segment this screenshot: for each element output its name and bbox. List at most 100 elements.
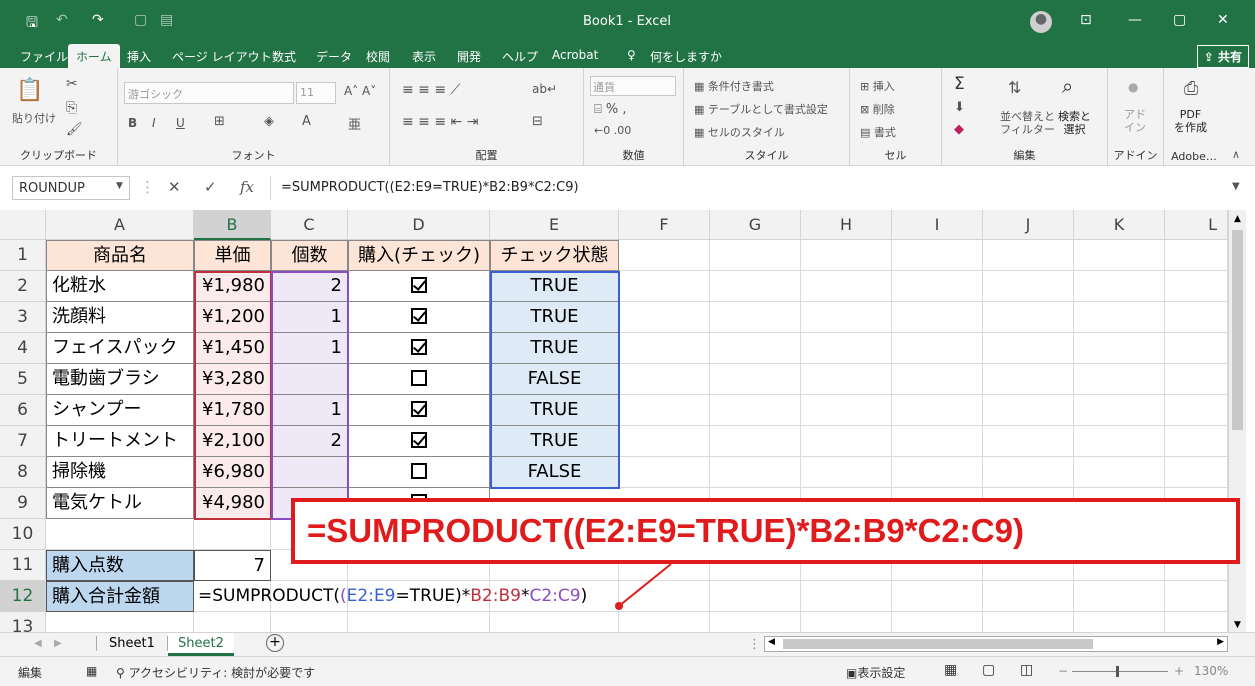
- number-format-select[interactable]: 通貨: [590, 76, 676, 96]
- zoom-in-icon[interactable]: +: [1174, 664, 1184, 678]
- page-break-icon[interactable]: ◫: [1020, 662, 1033, 678]
- empty-cell[interactable]: [801, 333, 892, 364]
- addin-icon[interactable]: ●: [1128, 80, 1138, 94]
- checkbox-cell[interactable]: [348, 426, 490, 457]
- tab-data[interactable]: データ: [316, 48, 352, 65]
- empty-cell[interactable]: [892, 271, 983, 302]
- check-state-cell[interactable]: TRUE: [490, 426, 619, 457]
- paste-icon[interactable]: 📋: [16, 78, 43, 103]
- empty-cell[interactable]: [46, 612, 194, 632]
- unchecked-checkbox[interactable]: [411, 370, 427, 386]
- wrap-text-icon[interactable]: ab↵: [532, 82, 557, 96]
- empty-cell[interactable]: [710, 240, 801, 271]
- checkbox-cell[interactable]: [348, 364, 490, 395]
- zoom-slider-thumb[interactable]: [1116, 666, 1119, 677]
- font-color-icon[interactable]: A: [302, 114, 311, 129]
- row-header-8[interactable]: 8: [0, 457, 46, 488]
- row-header-13[interactable]: 13: [0, 612, 46, 632]
- empty-cell[interactable]: [1165, 612, 1228, 632]
- price-cell[interactable]: ¥1,200: [194, 302, 271, 333]
- check-state-cell[interactable]: FALSE: [490, 457, 619, 488]
- checked-checkbox[interactable]: [411, 339, 427, 355]
- empty-cell[interactable]: [194, 519, 271, 550]
- header-cell[interactable]: 購入(チェック): [348, 240, 490, 271]
- collapse-ribbon-icon[interactable]: ∧: [1232, 148, 1240, 161]
- empty-cell[interactable]: [710, 364, 801, 395]
- quantity-cell[interactable]: 1: [271, 333, 348, 364]
- count-label-cell[interactable]: 購入点数: [46, 550, 194, 581]
- scroll-up-icon[interactable]: ▲: [1229, 214, 1246, 224]
- empty-cell[interactable]: [1074, 426, 1165, 457]
- horizontal-scrollbar[interactable]: ◀ ▶: [764, 636, 1228, 652]
- empty-cell[interactable]: [1074, 395, 1165, 426]
- font-size-select[interactable]: 11: [296, 82, 336, 104]
- product-name-cell[interactable]: 化粧水: [46, 271, 194, 302]
- row-header-2[interactable]: 2: [0, 271, 46, 302]
- pdf-icon[interactable]: ⎙: [1184, 78, 1198, 99]
- empty-cell[interactable]: [619, 333, 710, 364]
- empty-cell[interactable]: [619, 240, 710, 271]
- empty-cell[interactable]: [619, 426, 710, 457]
- merge-icon[interactable]: ⊟: [532, 114, 543, 129]
- select-all-corner[interactable]: [0, 210, 46, 240]
- conditional-format-button[interactable]: ▦ 条件付き書式: [694, 78, 774, 94]
- empty-cell[interactable]: [619, 395, 710, 426]
- empty-cell[interactable]: [1074, 240, 1165, 271]
- vertical-scrollbar[interactable]: ▲ ▼: [1228, 210, 1246, 632]
- undo-icon[interactable]: ↶: [56, 12, 68, 28]
- ribbon-display-icon[interactable]: ⊡: [1080, 12, 1092, 28]
- empty-cell[interactable]: [619, 457, 710, 488]
- cell-styles-button[interactable]: ▦ セルのスタイル: [694, 124, 785, 140]
- tab-view[interactable]: 表示: [412, 48, 436, 65]
- row-header-9[interactable]: 9: [0, 488, 46, 519]
- column-header-i[interactable]: I: [892, 210, 983, 240]
- empty-cell[interactable]: [1165, 302, 1228, 333]
- empty-cell[interactable]: [1074, 333, 1165, 364]
- empty-cell[interactable]: [983, 426, 1074, 457]
- tab-page-layout[interactable]: ページ レイアウト: [172, 48, 272, 65]
- scroll-down-icon[interactable]: ▼: [1229, 620, 1246, 630]
- empty-cell[interactable]: [1074, 581, 1165, 612]
- empty-cell[interactable]: [619, 364, 710, 395]
- column-header-d[interactable]: D: [348, 210, 490, 240]
- column-header-h[interactable]: H: [801, 210, 892, 240]
- empty-cell[interactable]: [983, 395, 1074, 426]
- copy-icon[interactable]: ⎘: [66, 100, 77, 116]
- check-state-cell[interactable]: TRUE: [490, 395, 619, 426]
- checkbox-cell[interactable]: [348, 271, 490, 302]
- price-cell[interactable]: ¥4,980: [194, 488, 271, 519]
- row-header-10[interactable]: 10: [0, 519, 46, 550]
- save-icon[interactable]: 🖫: [26, 12, 38, 36]
- sort-filter-button[interactable]: 並べ替えと フィルター: [1000, 110, 1055, 136]
- column-header-a[interactable]: A: [46, 210, 194, 240]
- empty-cell[interactable]: [1074, 457, 1165, 488]
- empty-cell[interactable]: [983, 333, 1074, 364]
- empty-cell[interactable]: [983, 364, 1074, 395]
- display-settings[interactable]: ▣表示設定: [846, 664, 905, 681]
- unchecked-checkbox[interactable]: [411, 463, 427, 479]
- formula-input[interactable]: =SUMPRODUCT((E2:E9=TRUE)*B2:B9*C2:C9): [270, 176, 1245, 200]
- name-box-dropdown-icon[interactable]: ▼: [116, 181, 123, 191]
- currency-icon[interactable]: ⌸ % ,: [594, 102, 627, 117]
- sheet-next-icon[interactable]: ▶: [54, 638, 62, 649]
- scroll-thumb[interactable]: [1232, 230, 1243, 430]
- checkbox-cell[interactable]: [348, 302, 490, 333]
- insert-cells-button[interactable]: ⊞ 挿入: [860, 78, 895, 94]
- empty-cell[interactable]: [892, 426, 983, 457]
- empty-cell[interactable]: [1165, 426, 1228, 457]
- row-header-5[interactable]: 5: [0, 364, 46, 395]
- checkbox-cell[interactable]: [348, 457, 490, 488]
- row-header-1[interactable]: 1: [0, 240, 46, 271]
- column-header-f[interactable]: F: [619, 210, 710, 240]
- header-cell[interactable]: 商品名: [46, 240, 194, 271]
- empty-cell[interactable]: [348, 612, 490, 632]
- product-name-cell[interactable]: 掃除機: [46, 457, 194, 488]
- quantity-cell[interactable]: [271, 364, 348, 395]
- product-name-cell[interactable]: フェイスパック: [46, 333, 194, 364]
- empty-cell[interactable]: [710, 395, 801, 426]
- empty-cell[interactable]: [801, 240, 892, 271]
- find-select-icon[interactable]: ⌕: [1062, 74, 1073, 98]
- account-avatar-icon[interactable]: ●: [1030, 11, 1052, 33]
- empty-cell[interactable]: [892, 240, 983, 271]
- add-sheet-icon[interactable]: +: [266, 634, 284, 652]
